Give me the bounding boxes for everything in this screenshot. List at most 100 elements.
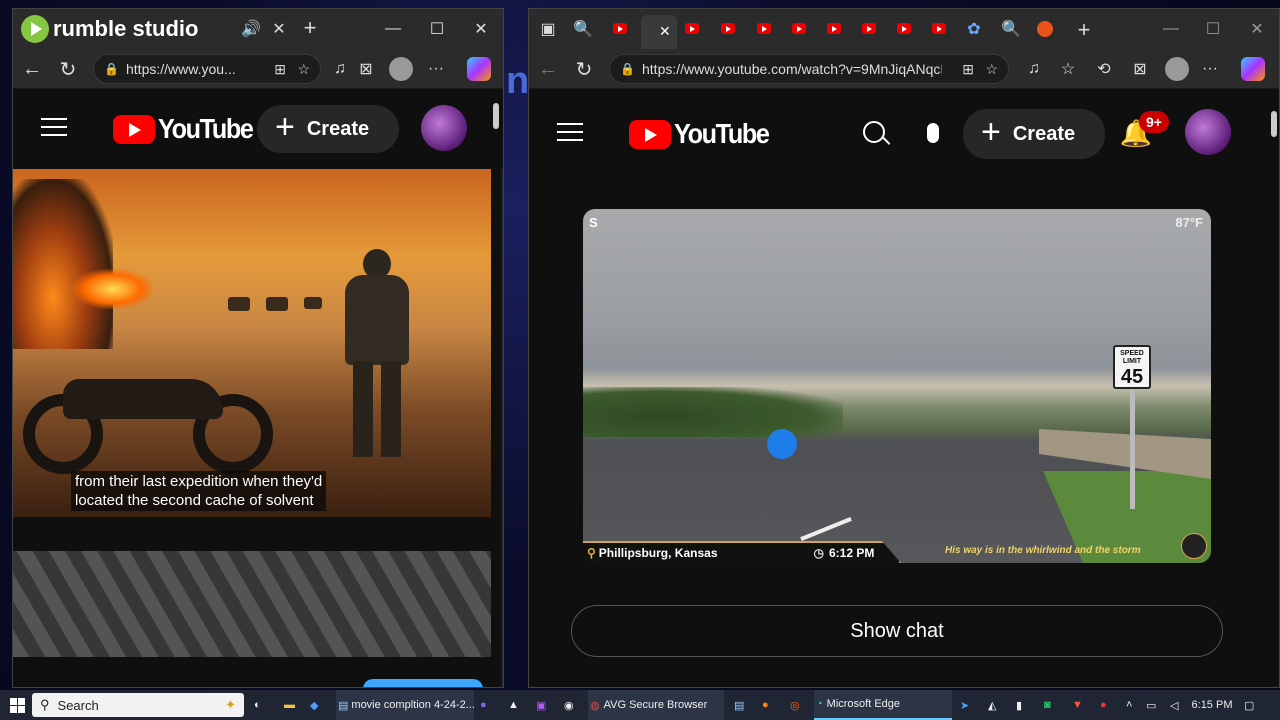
menu-hamburger-icon[interactable] [557,123,583,141]
taskbar-item-label: Microsoft Edge [826,698,901,710]
new-tab-icon[interactable]: + [299,15,321,40]
close-window-icon[interactable]: ✕ [1247,19,1267,39]
copilot-icon[interactable] [1241,57,1265,81]
file-explorer-icon[interactable]: ▬ [284,690,298,720]
back-icon[interactable]: ← [21,58,43,80]
url-field[interactable]: 🔒 https://www.you... ⊞ ☆ [93,54,321,84]
right-scrollbar[interactable] [1269,89,1279,687]
history-icon[interactable]: ⟲ [1093,59,1115,79]
favorite-star-icon[interactable]: ☆ [985,61,998,78]
app-icon[interactable]: ◆ [310,690,324,720]
youtube-tab-icon[interactable] [827,23,841,34]
minimize-icon[interactable]: — [1161,19,1181,39]
rumble-studio-badge: rumble studio [21,15,198,43]
brave-icon[interactable]: ▼ [1072,690,1086,720]
app-icon[interactable]: ▲ [508,690,522,720]
maximize-icon[interactable]: ☐ [427,19,447,39]
active-tab[interactable]: ✕ [641,15,677,49]
read-aloud-icon[interactable]: ♫ [1023,59,1045,79]
app-icon[interactable]: ◙ [1044,690,1058,720]
volume-icon[interactable]: ◁ [1170,690,1184,720]
microphone-icon[interactable] [921,117,945,149]
search-tab-icon[interactable]: 🔍 [573,21,593,38]
avatar[interactable] [421,105,467,151]
create-button[interactable]: + Create [257,105,399,153]
minimize-icon[interactable]: — [383,19,403,39]
close-tab-icon[interactable]: ✕ [659,23,671,40]
search-placeholder: Search [57,697,99,713]
avatar[interactable] [1185,109,1231,155]
url-field[interactable]: 🔒 https://www.youtube.com/watch?v=9MnJiq… [609,54,1009,84]
profile-icon[interactable] [1165,57,1189,81]
avg-browser-icon: ◍ [590,699,600,712]
taskbar-item-avg[interactable]: ◍ AVG Secure Browser [588,690,724,720]
app-icon[interactable]: ◎ [790,690,804,720]
tree-line [583,387,843,437]
firefox-icon[interactable]: ● [762,690,776,720]
close-tab-icon[interactable]: ✕ [269,19,289,39]
extension-icon[interactable]: ⊠ [355,59,377,79]
orange-tab-icon[interactable] [1037,21,1053,37]
read-aloud-icon[interactable]: ♫ [329,59,351,79]
app-icon[interactable]: ▮ [1016,690,1030,720]
youtube-tab-icon[interactable] [932,23,946,34]
menu-hamburger-icon[interactable] [41,118,67,136]
split-screen-icon[interactable]: ⊞ [962,61,974,78]
telegram-icon[interactable]: ➤ [960,690,974,720]
app-icon[interactable]: ◐ [254,690,268,720]
youtube-tab-icon[interactable] [757,23,771,34]
close-window-icon[interactable]: ✕ [471,19,491,39]
right-address-bar: ← ↻ 🔒 https://www.youtube.com/watch?v=9M… [529,49,1279,89]
windows-start-icon[interactable] [6,690,28,720]
system-clock[interactable]: 6:15 PM [1190,690,1234,720]
refresh-icon[interactable]: ↻ [573,59,595,81]
refresh-icon[interactable]: ↻ [57,59,79,81]
taskbar-search-box[interactable]: ⚲ Search ✦ [32,693,244,717]
favorite-star-icon[interactable]: ☆ [297,61,310,78]
create-button[interactable]: + Create [963,109,1105,159]
url-text: https://www.you... [126,61,236,77]
tab-actions-icon[interactable]: ▣ [539,21,557,38]
youtube-tab-icon[interactable] [721,23,735,34]
chevron-up-icon[interactable]: ˄ [1126,690,1138,720]
search-tab-icon[interactable]: 🔍 [1001,21,1021,38]
split-screen-icon[interactable]: ⊞ [274,61,286,78]
taskbar-item-edge[interactable]: ◔ Microsoft Edge [814,690,952,720]
discord-icon[interactable]: ● [480,690,494,720]
left-scrollbar[interactable] [491,89,501,687]
left-video-frame[interactable]: from their last expedition when they'd l… [13,169,491,517]
app-icon[interactable]: ▤ [734,690,748,720]
youtube-logo[interactable]: YouTube [113,113,263,145]
maximize-icon[interactable]: ☐ [1203,19,1223,39]
video-player[interactable]: S 87°F SPEED LIMIT 45 ⚲ Phillipsburg, Ka… [583,209,1211,563]
extension-icon[interactable]: ⊠ [1129,59,1151,79]
colorful-tab-icon[interactable]: ✿ [965,21,983,38]
speaker-icon[interactable]: 🔊 [241,19,261,39]
youtube-logo[interactable]: YouTube [629,118,779,150]
new-tab-icon[interactable]: + [1073,17,1095,42]
back-icon[interactable]: ← [537,58,559,80]
copilot-icon[interactable] [467,57,491,81]
edge-icon: ◔ [816,698,823,710]
twitch-icon[interactable]: ▣ [536,690,550,720]
favorites-icon[interactable]: ☆ [1057,59,1079,79]
blue-pill-button[interactable] [363,679,483,687]
show-chat-button[interactable]: Show chat [571,605,1223,657]
youtube-tab-icon[interactable] [792,23,806,34]
left-yt-header: YouTube + Create [13,89,503,169]
youtube-tab-icon[interactable] [685,23,699,34]
network-icon[interactable]: ▭ [1146,690,1160,720]
steam-icon[interactable]: ◉ [564,690,578,720]
youtube-tab-icon[interactable] [613,23,627,34]
profile-icon[interactable] [389,57,413,81]
more-menu-icon[interactable]: ··· [425,59,447,79]
notification-center-icon[interactable]: ▢ [1244,690,1260,720]
channel-watermark-icon [1181,533,1207,559]
app-icon[interactable]: ◭ [988,690,1002,720]
search-icon[interactable] [859,117,891,147]
youtube-tab-icon[interactable] [862,23,876,34]
taskbar-item-movie[interactable]: ▤ movie compltion 4-24-2... [336,690,475,720]
youtube-tab-icon[interactable] [897,23,911,34]
more-menu-icon[interactable]: ··· [1199,59,1221,79]
app-icon[interactable]: ● [1100,690,1114,720]
